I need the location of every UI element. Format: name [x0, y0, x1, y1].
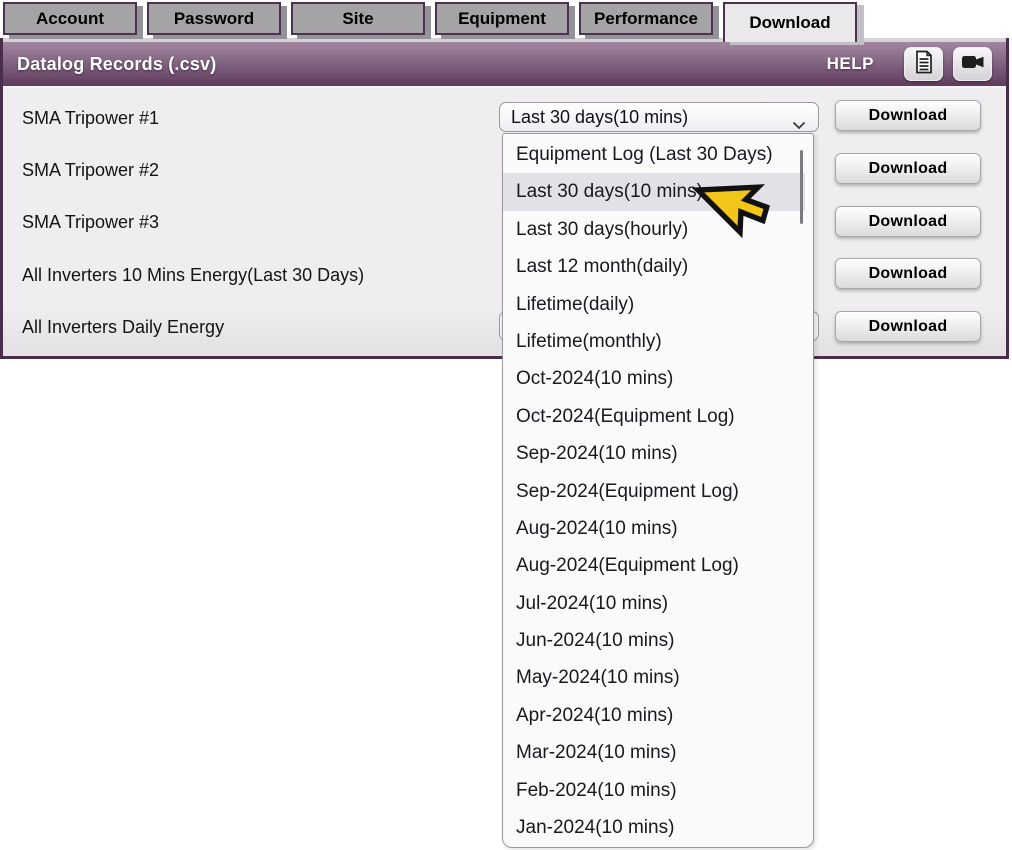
dropdown-option[interactable]: Jul-2024(10 mins) — [503, 585, 813, 622]
document-icon — [914, 50, 934, 79]
video-camera-icon — [961, 53, 985, 76]
download-button-row-1[interactable]: Download — [835, 100, 981, 131]
row-label-all-inverters-daily: All Inverters Daily Energy — [22, 312, 224, 342]
dropdown-option[interactable]: Last 30 days(10 mins) — [503, 173, 805, 210]
page-title: Datalog Records (.csv) — [17, 54, 216, 75]
tab-download[interactable]: Download — [723, 2, 857, 42]
chevron-down-icon — [792, 114, 806, 135]
row-label-sma-tripower-1: SMA Tripower #1 — [22, 103, 159, 133]
video-tutorial-button[interactable] — [953, 47, 992, 81]
dropdown-option[interactable]: Feb-2024(10 mins) — [503, 772, 813, 809]
dropdown-option[interactable]: Aug-2024(Equipment Log) — [503, 547, 813, 584]
download-button-row-4[interactable]: Download — [835, 258, 981, 289]
tab-bar: Account Password Site Equipment Performa… — [3, 2, 857, 42]
dropdown-option[interactable]: Mar-2024(10 mins) — [503, 734, 813, 771]
row-label-sma-tripower-3: SMA Tripower #3 — [22, 207, 159, 237]
tab-site[interactable]: Site — [291, 2, 425, 35]
dropdown-option[interactable]: Lifetime(daily) — [503, 286, 813, 323]
dropdown-option[interactable]: Last 30 days(hourly) — [503, 211, 813, 248]
period-select[interactable]: Last 30 days(10 mins) — [499, 102, 819, 132]
period-select-value: Last 30 days(10 mins) — [511, 107, 688, 128]
dropdown-option[interactable]: May-2024(10 mins) — [503, 659, 813, 696]
tab-password[interactable]: Password — [147, 2, 281, 35]
dropdown-option[interactable]: Jun-2024(10 mins) — [503, 622, 813, 659]
download-button-row-2[interactable]: Download — [835, 153, 981, 184]
document-log-button[interactable] — [904, 47, 943, 81]
tab-performance[interactable]: Performance — [579, 2, 713, 35]
dropdown-option[interactable]: Aug-2024(10 mins) — [503, 510, 813, 547]
download-button-row-5[interactable]: Download — [835, 311, 981, 342]
dropdown-option[interactable]: Equipment Log (Last 30 Days) — [503, 136, 813, 173]
dropdown-option[interactable]: Oct-2024(Equipment Log) — [503, 398, 813, 435]
dropdown-option[interactable]: Jan-2024(10 mins) — [503, 809, 813, 846]
tab-account[interactable]: Account — [3, 2, 137, 35]
tab-equipment[interactable]: Equipment — [435, 2, 569, 35]
dropdown-option[interactable]: Lifetime(monthly) — [503, 323, 813, 360]
row-label-all-inverters-10min: All Inverters 10 Mins Energy(Last 30 Day… — [22, 260, 364, 290]
row-label-sma-tripower-2: SMA Tripower #2 — [22, 155, 159, 185]
dropdown-option[interactable]: Sep-2024(Equipment Log) — [503, 473, 813, 510]
dropdown-scrollbar-thumb[interactable] — [800, 150, 803, 224]
dropdown-option[interactable]: Last 12 month(daily) — [503, 248, 813, 285]
help-link[interactable]: HELP — [827, 54, 874, 74]
download-button-row-3[interactable]: Download — [835, 206, 981, 237]
dropdown-option[interactable]: Oct-2024(10 mins) — [503, 360, 813, 397]
period-dropdown-list: Equipment Log (Last 30 Days) Last 30 day… — [502, 133, 814, 848]
panel-header: Datalog Records (.csv) HELP — [3, 42, 1006, 88]
dropdown-option[interactable]: Apr-2024(10 mins) — [503, 697, 813, 734]
dropdown-option[interactable]: Sep-2024(10 mins) — [503, 435, 813, 472]
